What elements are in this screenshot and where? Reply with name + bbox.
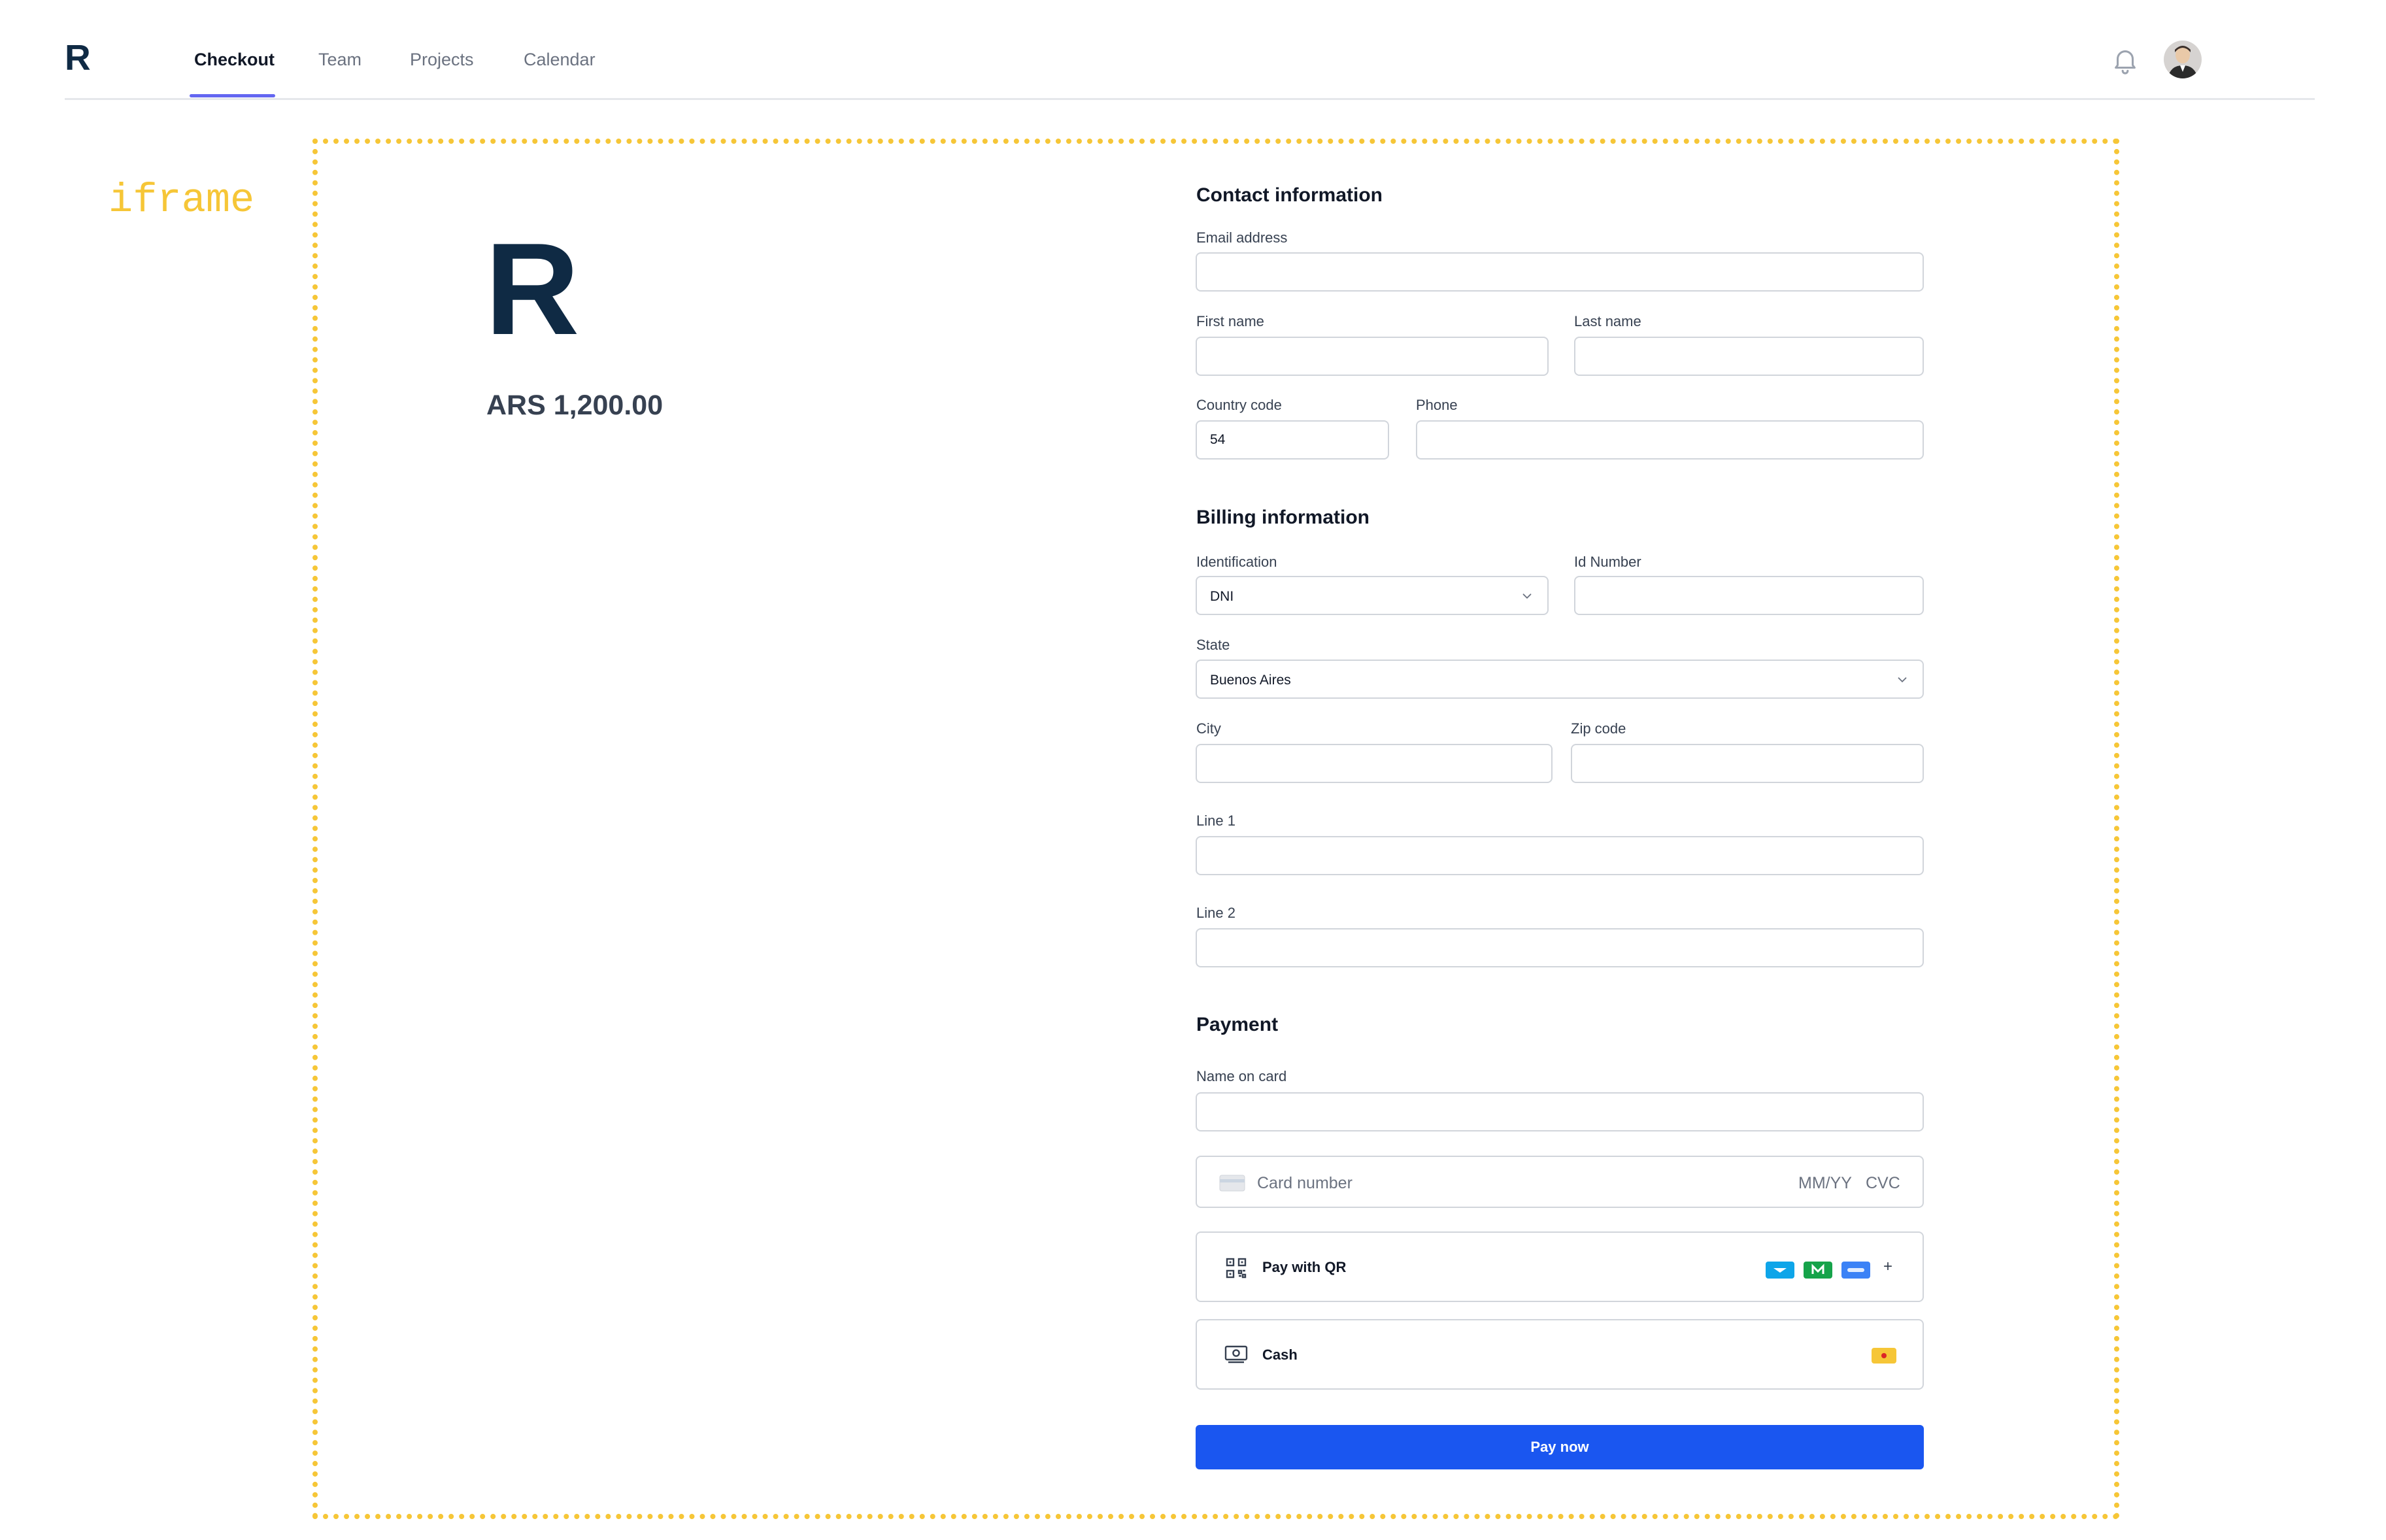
- line2-field[interactable]: [1196, 928, 1924, 967]
- cash-option[interactable]: Cash: [1196, 1319, 1924, 1390]
- identification-label: Identification: [1196, 554, 1277, 570]
- chevron-down-icon: [1522, 594, 1532, 599]
- wallet-badge-icon: [1804, 1262, 1832, 1279]
- line1-label: Line 1: [1196, 812, 1235, 829]
- country-code-label: Country code: [1196, 397, 1282, 413]
- wallet-badge-icon: [1841, 1262, 1870, 1279]
- wallet-badge-icon: [1766, 1262, 1794, 1279]
- state-label: State: [1196, 637, 1230, 653]
- billing-section-title: Billing information: [1196, 507, 1369, 528]
- pay-with-qr-option[interactable]: Pay with QR +: [1196, 1231, 1924, 1302]
- cash-provider-icon: [1872, 1348, 1896, 1364]
- top-nav: [65, 0, 2315, 100]
- email-field[interactable]: [1196, 252, 1924, 292]
- chevron-down-icon: [1898, 677, 1907, 683]
- brand-logo[interactable]: R: [65, 40, 91, 76]
- nav-link-checkout[interactable]: Checkout: [194, 51, 275, 69]
- more-wallets-indicator: +: [1883, 1258, 1893, 1275]
- card-number-placeholder: Card number: [1257, 1174, 1353, 1192]
- avatar[interactable]: [2164, 41, 2202, 78]
- state-select[interactable]: Buenos Aires: [1196, 660, 1924, 699]
- active-tab-indicator: [190, 94, 275, 97]
- identification-select[interactable]: DNI: [1196, 576, 1549, 615]
- name-on-card-label: Name on card: [1196, 1068, 1287, 1084]
- expiry-placeholder: MM/YY: [1798, 1174, 1852, 1192]
- card-icon: [1219, 1175, 1245, 1192]
- line1-field[interactable]: [1196, 836, 1924, 875]
- id-number-field[interactable]: [1574, 576, 1924, 615]
- zip-code-label: Zip code: [1571, 720, 1626, 737]
- id-number-label: Id Number: [1574, 554, 1641, 570]
- cash-label: Cash: [1262, 1347, 1298, 1363]
- first-name-label: First name: [1196, 313, 1264, 329]
- state-value: Buenos Aires: [1210, 673, 1291, 688]
- city-label: City: [1196, 720, 1221, 737]
- cash-icon: [1224, 1345, 1248, 1364]
- merchant-logo: R: [485, 216, 580, 362]
- nav-link-projects[interactable]: Projects: [410, 51, 474, 69]
- phone-label: Phone: [1416, 397, 1458, 413]
- order-amount: ARS 1,200.00: [486, 390, 664, 421]
- iframe-tag: iframe: [109, 177, 255, 224]
- country-code-field[interactable]: [1196, 420, 1389, 460]
- line2-label: Line 2: [1196, 905, 1235, 921]
- pay-with-qr-label: Pay with QR: [1262, 1259, 1347, 1275]
- last-name-label: Last name: [1574, 313, 1641, 329]
- phone-field[interactable]: [1416, 420, 1924, 460]
- first-name-field[interactable]: [1196, 337, 1549, 376]
- payment-section-title: Payment: [1196, 1014, 1279, 1035]
- city-field[interactable]: [1196, 744, 1553, 783]
- cvc-placeholder: CVC: [1866, 1174, 1900, 1192]
- card-number-field[interactable]: Card number MM/YY CVC: [1196, 1156, 1924, 1208]
- nav-link-calendar[interactable]: Calendar: [524, 51, 596, 69]
- identification-value: DNI: [1210, 589, 1234, 604]
- zip-code-field[interactable]: [1571, 744, 1924, 783]
- qr-code-icon: [1226, 1258, 1247, 1279]
- contact-section-title: Contact information: [1196, 184, 1383, 206]
- name-on-card-field[interactable]: [1196, 1092, 1924, 1131]
- nav-link-team[interactable]: Team: [318, 51, 361, 69]
- last-name-field[interactable]: [1574, 337, 1924, 376]
- pay-now-button[interactable]: Pay now: [1196, 1425, 1924, 1469]
- email-label: Email address: [1196, 229, 1288, 246]
- bell-icon[interactable]: [2110, 44, 2140, 76]
